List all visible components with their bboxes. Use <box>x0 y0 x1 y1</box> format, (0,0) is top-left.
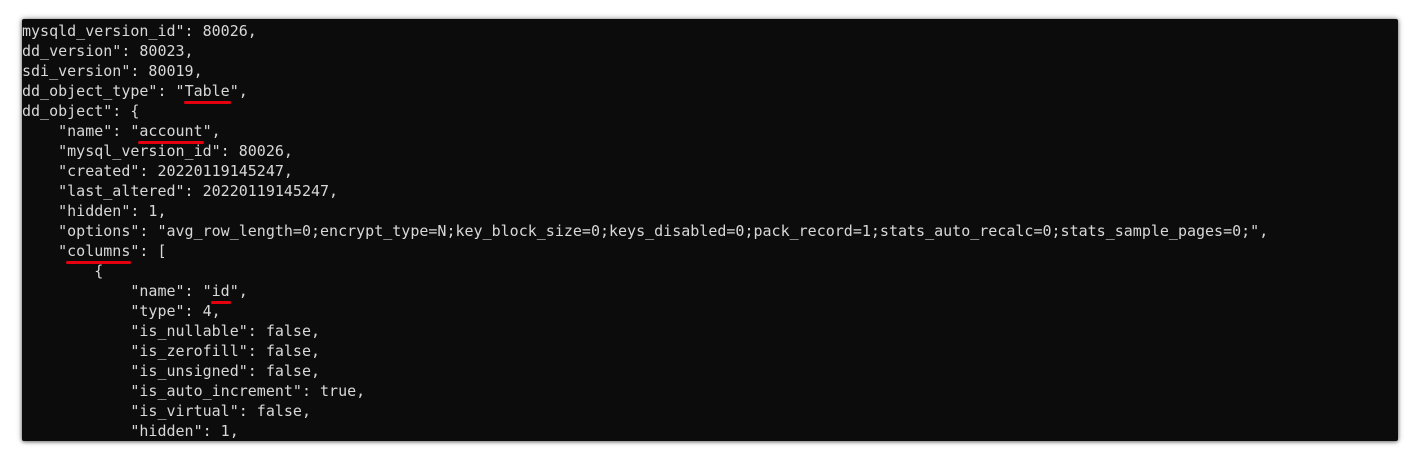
console-line: dd_object_type": "Table", <box>22 81 1268 104</box>
underlined-value: id <box>210 282 231 304</box>
console-text: "created": 20220119145247, <box>22 162 293 180</box>
console-text: dd_object_type": " <box>22 82 185 100</box>
console-line: "name": "id", <box>22 281 1268 304</box>
console-line: dd_version": 80023, <box>22 41 1268 61</box>
console-line: "name": "account", <box>22 121 1268 144</box>
console-text: "is_unsigned": false, <box>22 362 321 380</box>
console-text: "mysql_version_id": 80026, <box>22 142 293 160</box>
console-text: "options": "avg_row_length=0;encrypt_typ… <box>22 222 1269 240</box>
console-text: "is_auto_increment": true, <box>22 382 366 400</box>
console-text: ", <box>202 122 221 140</box>
console-text: ", <box>229 82 248 100</box>
console-line: "is_nullable": false, <box>22 321 1268 341</box>
console-line: "last_altered": 20220119145247, <box>22 181 1268 201</box>
console-text: "is_zerofill": false, <box>22 342 321 360</box>
console-line: dd_object": { <box>22 101 1268 121</box>
console-line: "is_virtual": false, <box>22 401 1268 421</box>
console-text: "is_virtual": false, <box>22 402 311 420</box>
console-line: "hidden": 1, <box>22 201 1268 221</box>
console-text: "is_nullable": false, <box>22 322 321 340</box>
console-line: "options": "avg_row_length=0;encrypt_typ… <box>22 221 1268 241</box>
console-line: "created": 20220119145247, <box>22 161 1268 181</box>
console-text: "name": " <box>22 282 212 300</box>
underlined-value: account <box>138 122 204 144</box>
console-text: "last_altered": 20220119145247, <box>22 182 339 200</box>
console-text: { <box>22 262 104 280</box>
console-text: mysqld_version_id": 80026, <box>22 22 257 40</box>
console-text: dd_version": 80023, <box>22 42 194 60</box>
console-line: "columns": [ <box>22 241 1268 264</box>
underlined-value: Table <box>183 82 231 104</box>
console-text: ", <box>229 282 248 300</box>
console-line: sdi_version": 80019, <box>22 61 1268 81</box>
console-output: mysqld_version_id": 80026, dd_version": 8… <box>22 21 1268 441</box>
console-text: " <box>22 242 68 260</box>
console-line: "mysql_version_id": 80026, <box>22 141 1268 161</box>
console-text: "type": 4, <box>22 302 221 320</box>
console-text: "hidden": 1, <box>22 202 167 220</box>
console-line: "type": 4, <box>22 301 1268 321</box>
console-line: { <box>22 261 1268 281</box>
console-line: mysqld_version_id": 80026, <box>22 21 1268 41</box>
underlined-value: columns <box>66 242 132 264</box>
console-line: "is_unsigned": false, <box>22 361 1268 381</box>
console-text: "name": " <box>22 122 140 140</box>
console-text: "hidden": 1, <box>22 422 239 440</box>
console-line: "is_zerofill": false, <box>22 341 1268 361</box>
console-text: dd_object": { <box>22 102 140 120</box>
terminal-window: mysqld_version_id": 80026, dd_version": 8… <box>22 19 1398 441</box>
console-line: "is_auto_increment": true, <box>22 381 1268 401</box>
console-text: sdi_version": 80019, <box>22 62 203 80</box>
console-line: "hidden": 1, <box>22 421 1268 441</box>
console-text: ": [ <box>130 242 167 260</box>
